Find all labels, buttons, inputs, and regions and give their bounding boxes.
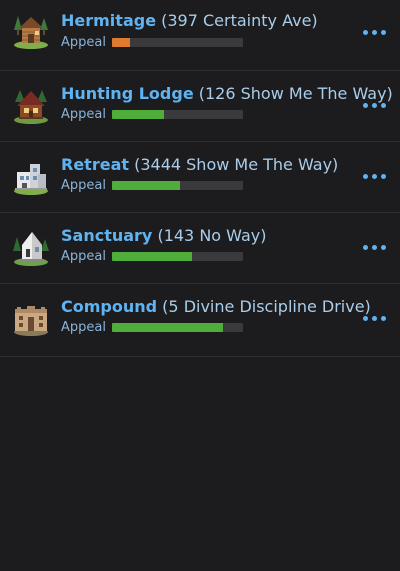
empty-list-area: [0, 357, 400, 571]
hunting-lodge-icon: [12, 87, 50, 125]
more-options-icon[interactable]: [362, 101, 388, 109]
building-row-sanctuary[interactable]: Sanctuary (143 No Way) Appeal: [0, 213, 400, 284]
building-address: (3444 Show Me The Way): [129, 155, 339, 174]
building-row-hunting-lodge[interactable]: Hunting Lodge (126 Show Me The Way) Appe…: [0, 71, 400, 142]
appeal-bar-fill: [112, 252, 192, 261]
appeal-bar: [112, 252, 243, 261]
building-name: Hunting Lodge: [61, 84, 194, 103]
building-name: Retreat: [61, 155, 130, 174]
appeal-bar-fill: [112, 38, 131, 47]
appeal-label: Appeal: [61, 178, 106, 193]
appeal-label: Appeal: [61, 35, 106, 50]
more-options-icon[interactable]: [362, 172, 388, 180]
building-row-compound[interactable]: Compound (5 Divine Discipline Drive) App…: [0, 284, 400, 357]
building-title: Hermitage (397 Certainty Ave): [61, 11, 318, 31]
building-address: (5 Divine Discipline Drive): [157, 297, 371, 316]
appeal-bar: [112, 323, 243, 332]
appeal-bar: [112, 38, 243, 47]
more-options-icon[interactable]: [362, 28, 388, 36]
appeal-bar-fill: [112, 110, 165, 119]
appeal-bar-fill: [112, 323, 224, 332]
building-address: (143 No Way): [152, 226, 267, 245]
building-address: (397 Certainty Ave): [156, 11, 318, 30]
building-title: Retreat (3444 Show Me The Way): [61, 155, 338, 175]
building-row-hermitage[interactable]: Hermitage (397 Certainty Ave) Appeal: [0, 0, 400, 71]
building-name: Sanctuary: [61, 226, 153, 245]
appeal-label: Appeal: [61, 107, 106, 122]
appeal-bar-fill: [112, 181, 181, 190]
more-options-icon[interactable]: [362, 243, 388, 251]
appeal-bar: [112, 181, 243, 190]
building-list: Hermitage (397 Certainty Ave) Appeal Hun…: [0, 0, 400, 357]
building-row-retreat[interactable]: Retreat (3444 Show Me The Way) Appeal: [0, 142, 400, 213]
hermitage-cabin-icon: [12, 12, 50, 50]
more-options-icon[interactable]: [362, 314, 388, 322]
building-title: Sanctuary (143 No Way): [61, 226, 266, 246]
retreat-building-icon: [12, 158, 50, 196]
building-name: Compound: [61, 297, 158, 316]
sanctuary-building-icon: [12, 229, 50, 267]
building-title: Compound (5 Divine Discipline Drive): [61, 297, 371, 317]
appeal-label: Appeal: [61, 320, 106, 335]
appeal-bar: [112, 110, 243, 119]
compound-building-icon: [12, 300, 50, 338]
building-title: Hunting Lodge (126 Show Me The Way): [61, 84, 393, 104]
appeal-label: Appeal: [61, 249, 106, 264]
building-name: Hermitage: [61, 11, 157, 30]
